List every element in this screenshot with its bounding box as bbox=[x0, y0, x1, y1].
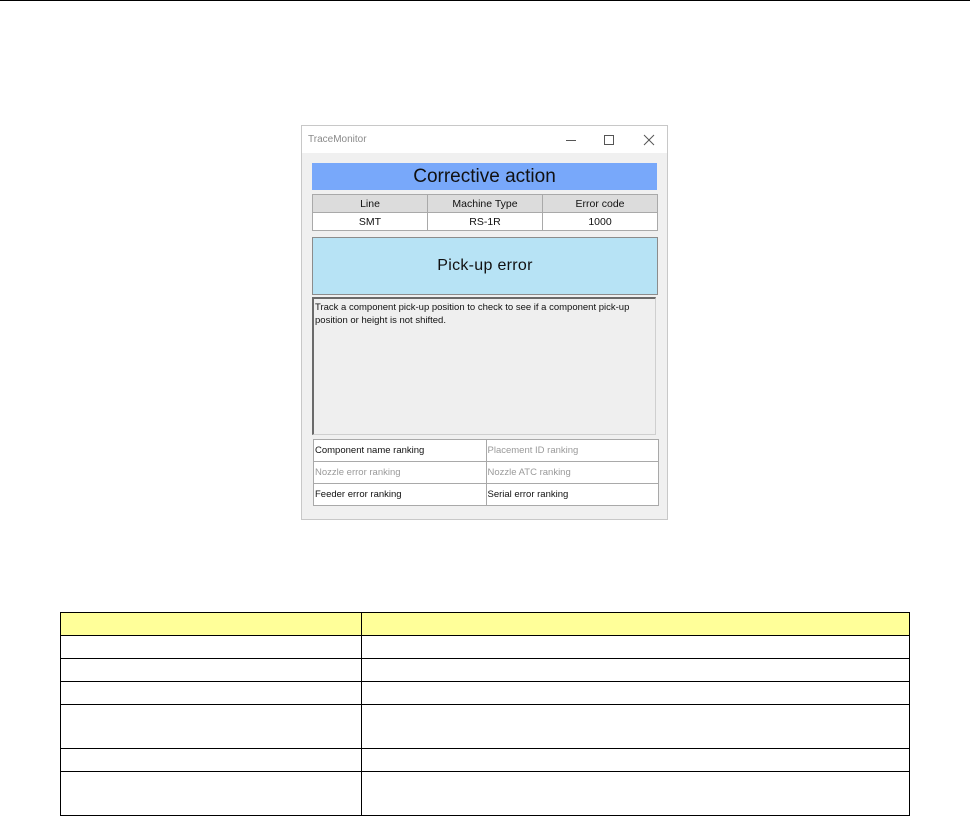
table-row bbox=[60, 748, 910, 772]
info-table: Line Machine Type Error code SMT RS-1R 1… bbox=[312, 194, 658, 231]
table-cell bbox=[361, 658, 910, 682]
table-cell bbox=[60, 704, 362, 749]
document-table bbox=[60, 612, 910, 816]
description-box[interactable]: Track a component pick-up position to ch… bbox=[312, 297, 656, 435]
maximize-icon bbox=[604, 135, 614, 145]
table-cell bbox=[60, 681, 362, 705]
table-cell bbox=[361, 771, 910, 816]
description-text: Track a component pick-up position to ch… bbox=[315, 302, 630, 326]
tracemonitor-window: TraceMonitor Corrective action Line Mach bbox=[301, 125, 668, 520]
table-cell bbox=[60, 771, 362, 816]
error-name-panel: Pick-up error bbox=[312, 237, 658, 295]
nozzle-error-ranking-button[interactable]: Nozzle error ranking bbox=[313, 461, 487, 484]
info-header-row: Line Machine Type Error code bbox=[312, 194, 658, 213]
table-cell bbox=[361, 704, 910, 749]
serial-error-ranking-button[interactable]: Serial error ranking bbox=[485, 483, 659, 506]
ranking-grid: Component name ranking Placement ID rank… bbox=[313, 439, 659, 506]
table-header-row bbox=[60, 612, 910, 636]
minimize-button[interactable] bbox=[556, 130, 586, 150]
placement-id-ranking-button[interactable]: Placement ID ranking bbox=[485, 439, 659, 462]
table-cell bbox=[361, 681, 910, 705]
component-name-ranking-button[interactable]: Component name ranking bbox=[313, 439, 487, 462]
close-icon bbox=[643, 134, 655, 146]
top-rule bbox=[0, 0, 970, 1]
line-value: SMT bbox=[312, 212, 428, 231]
machine-type-header: Machine Type bbox=[427, 194, 543, 213]
close-button[interactable] bbox=[634, 130, 664, 150]
line-header: Line bbox=[312, 194, 428, 213]
table-row bbox=[60, 681, 910, 705]
table-row bbox=[60, 635, 910, 659]
table-header-cell bbox=[60, 612, 362, 636]
table-row bbox=[60, 771, 910, 816]
maximize-button[interactable] bbox=[594, 130, 624, 150]
table-cell bbox=[60, 635, 362, 659]
error-name: Pick-up error bbox=[437, 257, 533, 274]
table-header-cell bbox=[361, 612, 910, 636]
banner-title: Corrective action bbox=[413, 165, 556, 187]
window-client-area: Corrective action Line Machine Type Erro… bbox=[302, 153, 667, 519]
table-cell bbox=[60, 748, 362, 772]
nozzle-atc-ranking-button[interactable]: Nozzle ATC ranking bbox=[485, 461, 659, 484]
table-cell bbox=[361, 748, 910, 772]
title-bar[interactable]: TraceMonitor bbox=[302, 126, 667, 154]
table-row bbox=[60, 658, 910, 682]
machine-type-value: RS-1R bbox=[427, 212, 543, 231]
minimize-icon bbox=[566, 140, 576, 141]
corrective-action-banner: Corrective action bbox=[312, 163, 657, 190]
window-title: TraceMonitor bbox=[308, 134, 367, 145]
table-row bbox=[60, 704, 910, 749]
table-cell bbox=[361, 635, 910, 659]
error-code-value: 1000 bbox=[542, 212, 658, 231]
feeder-error-ranking-button[interactable]: Feeder error ranking bbox=[313, 483, 487, 506]
table-cell bbox=[60, 658, 362, 682]
error-code-header: Error code bbox=[542, 194, 658, 213]
info-value-row: SMT RS-1R 1000 bbox=[312, 212, 658, 231]
